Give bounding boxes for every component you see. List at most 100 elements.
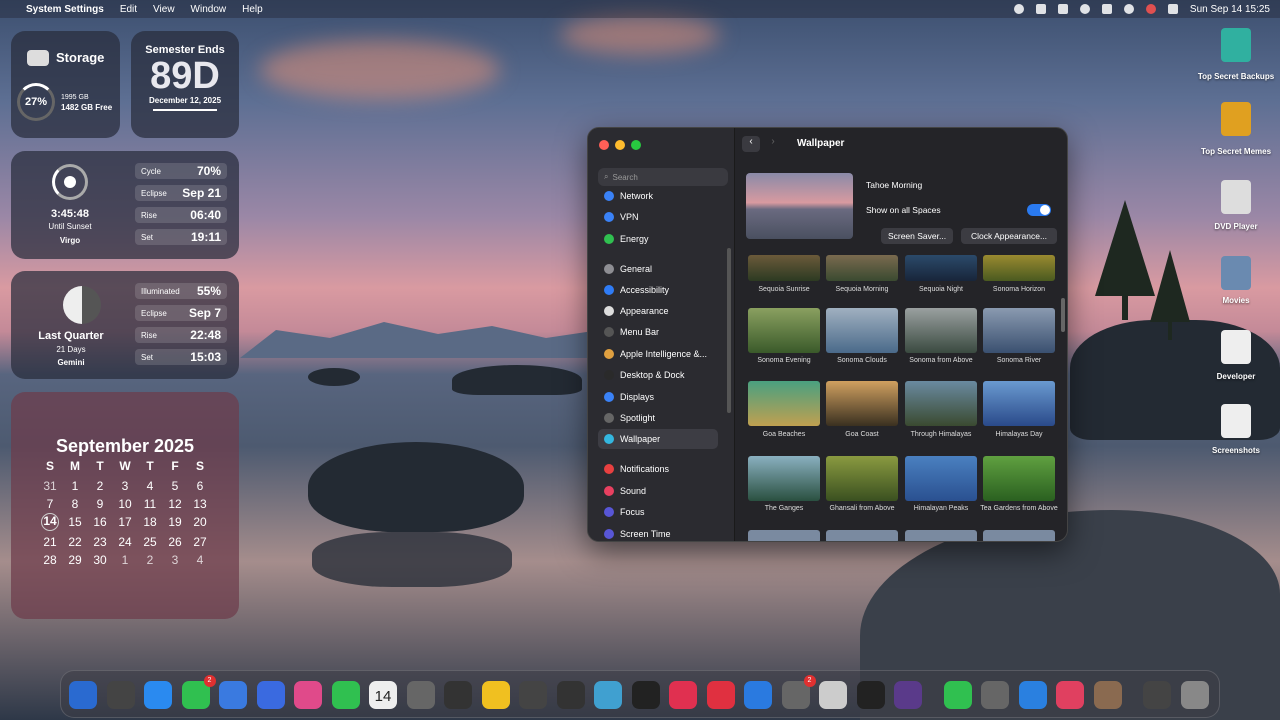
desktop-icon[interactable]	[1221, 404, 1251, 438]
display-icon[interactable]	[1057, 4, 1068, 14]
wallpaper-thumb[interactable]	[983, 381, 1055, 426]
calendar-day[interactable]: 9	[88, 497, 113, 511]
calendar-day[interactable]: 27	[188, 535, 213, 549]
sidebar-item-screen-time[interactable]: Screen Time	[598, 524, 718, 541]
wallpaper-thumb[interactable]	[905, 456, 977, 501]
wallpaper-thumb[interactable]	[826, 530, 898, 541]
calendar-day[interactable]: 26	[163, 535, 188, 549]
search-input[interactable]: ⌕ Search	[598, 168, 728, 186]
dock-app-icon[interactable]	[706, 681, 735, 709]
calendar-day[interactable]: 18	[138, 515, 163, 531]
menubar-clock[interactable]: Sun Sep 14 15:25	[1190, 4, 1270, 15]
menu-window[interactable]: Window	[191, 4, 227, 15]
wallpaper-thumb[interactable]	[905, 308, 977, 353]
forward-button[interactable]: ›	[764, 136, 782, 152]
calendar-day[interactable]: 16	[88, 515, 113, 531]
dock-app-icon[interactable]	[1093, 681, 1122, 709]
dock-app-icon[interactable]	[406, 681, 435, 709]
dock-app-icon[interactable]	[69, 681, 97, 709]
semester-widget[interactable]: Semester Ends 89D December 12, 2025	[131, 31, 239, 138]
calendar-day[interactable]: 10	[113, 497, 138, 511]
zoom-button[interactable]	[631, 140, 641, 150]
wallpaper-thumb[interactable]	[748, 530, 820, 541]
moon-widget[interactable]: Last Quarter 21 Days Gemini Illuminated 5…	[11, 271, 239, 379]
wallpaper-thumb[interactable]	[983, 530, 1055, 541]
calendar-day[interactable]: 1	[113, 553, 138, 567]
dock-app-icon[interactable]	[1056, 681, 1084, 709]
dock-app-icon[interactable]: 14	[369, 681, 397, 709]
calendar-day[interactable]: 23	[88, 535, 113, 549]
calendar-day[interactable]: 31	[38, 479, 63, 493]
calendar-day[interactable]: 4	[188, 553, 213, 567]
desktop-icon[interactable]	[1221, 28, 1251, 62]
wallpaper-thumb[interactable]	[826, 456, 898, 501]
wallpaper-thumb[interactable]	[826, 255, 898, 281]
wallpaper-thumb[interactable]	[983, 456, 1055, 501]
wifi-icon[interactable]	[1101, 4, 1112, 14]
calendar-day[interactable]: 17	[113, 515, 138, 531]
calendar-day[interactable]: 14	[41, 513, 59, 531]
dock-app-icon[interactable]	[331, 681, 360, 709]
calendar-day[interactable]: 3	[163, 553, 188, 567]
back-button[interactable]: ‹	[742, 136, 760, 152]
calendar-day[interactable]: 28	[38, 553, 63, 567]
dock-app-icon[interactable]	[669, 681, 697, 709]
calendar-day[interactable]: 15	[63, 515, 88, 531]
calendar-day[interactable]: 24	[113, 535, 138, 549]
desktop-icon[interactable]	[1221, 330, 1251, 364]
dock-app-icon[interactable]	[894, 681, 922, 709]
grid-scrollbar[interactable]	[1061, 298, 1065, 332]
calendar-day[interactable]: 1	[63, 479, 88, 493]
dock-app-icon[interactable]	[943, 681, 972, 709]
desktop-icon[interactable]	[1221, 102, 1251, 136]
calendar-day[interactable]: 2	[88, 479, 113, 493]
calendar-day[interactable]: 19	[163, 515, 188, 531]
sidebar-item-sound[interactable]: Sound	[598, 481, 718, 501]
show-all-spaces-toggle[interactable]	[1027, 204, 1051, 216]
calendar-day[interactable]: 2	[138, 553, 163, 567]
menu-view[interactable]: View	[153, 4, 175, 15]
wallpaper-thumb[interactable]	[983, 308, 1055, 353]
sidebar-item-energy[interactable]: Energy	[598, 229, 718, 249]
wallpaper-thumb[interactable]	[748, 381, 820, 426]
screen-saver-button[interactable]: Screen Saver...	[881, 228, 953, 244]
clock-appearance-button[interactable]: Clock Appearance...	[961, 228, 1057, 244]
calendar-day[interactable]: 4	[138, 479, 163, 493]
dock-app-icon[interactable]	[144, 681, 172, 709]
calendar-day[interactable]: 20	[188, 515, 213, 531]
dock-app-icon[interactable]	[819, 681, 847, 709]
wallpaper-thumb[interactable]	[905, 381, 977, 426]
user-icon[interactable]	[1145, 4, 1156, 14]
dock-app-icon[interactable]	[219, 681, 247, 709]
info-icon[interactable]	[1079, 4, 1090, 14]
dock-app-icon[interactable]	[556, 681, 585, 709]
calendar-day[interactable]: 25	[138, 535, 163, 549]
sidebar-item-desktop-dock[interactable]: Desktop & Dock	[598, 365, 718, 385]
sun-widget[interactable]: 3:45:48 Until Sunset Virgo Cycle 70% Ecli…	[11, 151, 239, 259]
calendar-day[interactable]: 12	[163, 497, 188, 511]
dock-app-icon[interactable]	[519, 681, 547, 709]
dock-app-icon[interactable]	[481, 681, 510, 709]
storage-widget[interactable]: Storage 27% 1995 GB 1482 GB Free	[11, 31, 120, 138]
sidebar-item-spotlight[interactable]: Spotlight	[598, 408, 718, 428]
dock-app-icon[interactable]	[1180, 681, 1209, 709]
dock-app-icon[interactable]	[594, 681, 622, 709]
search-icon[interactable]	[1123, 4, 1134, 14]
desktop-icon[interactable]	[1221, 256, 1251, 290]
menu-help[interactable]: Help	[242, 4, 263, 15]
calendar-day[interactable]: 22	[63, 535, 88, 549]
sidebar-item-apple-intelligence[interactable]: Apple Intelligence &...	[598, 344, 718, 364]
sidebar-item-network[interactable]: Network	[598, 186, 718, 206]
calendar-day[interactable]: 6	[188, 479, 213, 493]
wallpaper-thumb[interactable]	[748, 456, 820, 501]
dock-app-icon[interactable]	[744, 681, 772, 709]
calendar-day[interactable]: 8	[63, 497, 88, 511]
calendar-day[interactable]: 29	[63, 553, 88, 567]
wallpaper-thumb[interactable]	[826, 381, 898, 426]
calendar-day[interactable]: 21	[38, 535, 63, 549]
sidebar-item-menu-bar[interactable]: Menu Bar	[598, 322, 718, 342]
menu-edit[interactable]: Edit	[120, 4, 137, 15]
calendar-widget[interactable]: September 2025 SMTWTFS 31 1 2 3 4 5 6 7 8 9 10 11 12…	[11, 392, 239, 619]
calendar-day[interactable]: 7	[38, 497, 63, 511]
current-wallpaper-thumb[interactable]	[746, 173, 853, 239]
